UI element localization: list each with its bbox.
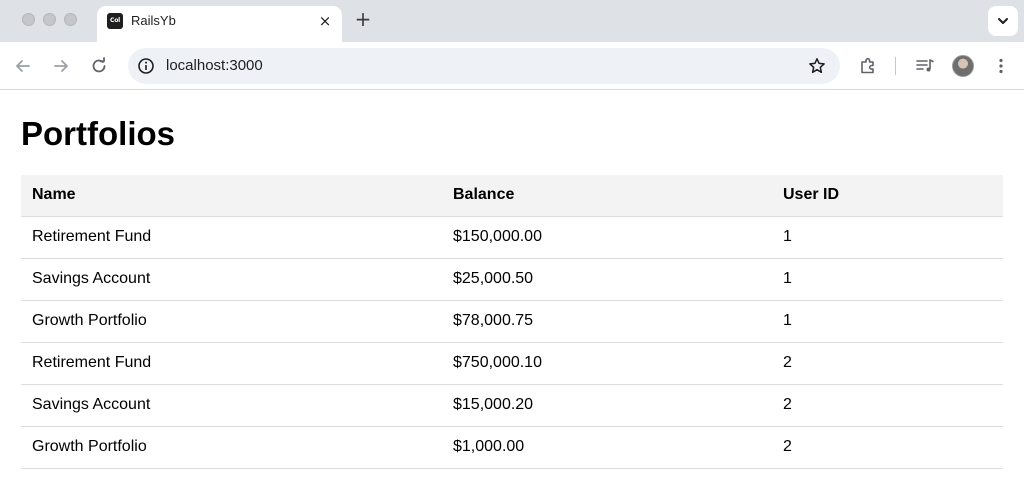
cell-user-id: 2 <box>772 384 1003 427</box>
new-tab-button[interactable]: + <box>353 9 373 29</box>
cell-name: Growth Portfolio <box>21 300 442 343</box>
cell-name: Retirement Fund <box>21 342 442 385</box>
bookmark-star-icon[interactable] <box>808 57 826 75</box>
cell-user-id: 1 <box>772 300 1003 343</box>
site-info-icon[interactable] <box>137 57 155 75</box>
tab-title: RailsYb <box>131 13 176 28</box>
cell-name: Growth Portfolio <box>21 426 442 469</box>
reload-button[interactable] <box>89 56 109 76</box>
back-button[interactable] <box>13 56 33 76</box>
column-header-balance: Balance <box>442 175 772 217</box>
tab-strip: Col RailsYb × + <box>0 0 1024 42</box>
column-header-name: Name <box>21 175 442 217</box>
cell-user-id: 2 <box>772 342 1003 385</box>
table-row: Retirement Fund $750,000.10 2 <box>21 342 1003 385</box>
address-bar[interactable]: localhost:3000 <box>128 48 840 84</box>
cell-user-id: 2 <box>772 426 1003 469</box>
forward-button[interactable] <box>51 56 71 76</box>
tab-search-button[interactable] <box>988 6 1018 36</box>
table-row: Growth Portfolio $1,000.00 2 <box>21 426 1003 469</box>
cell-user-id: 1 <box>772 216 1003 259</box>
page-content: Portfolios Name Balance User ID Retireme… <box>21 91 1003 469</box>
window-close-control[interactable] <box>22 13 35 26</box>
reload-icon <box>92 57 106 73</box>
table-row: Savings Account $25,000.50 1 <box>21 258 1003 301</box>
cell-balance: $78,000.75 <box>442 300 772 343</box>
cell-balance: $25,000.50 <box>442 258 772 301</box>
profile-avatar[interactable] <box>952 55 974 77</box>
more-vertical-icon <box>999 58 1003 74</box>
cell-balance: $15,000.20 <box>442 384 772 427</box>
cell-name: Savings Account <box>21 258 442 301</box>
puzzle-piece-icon <box>861 57 874 74</box>
forward-arrow-icon <box>54 60 68 72</box>
queue-music-icon <box>916 59 934 72</box>
portfolios-table: Name Balance User ID Retirement Fund $15… <box>21 175 1003 469</box>
window-minimize-control[interactable] <box>43 13 56 26</box>
site-favicon-icon: Col <box>107 13 123 29</box>
table-row: Savings Account $15,000.20 2 <box>21 384 1003 427</box>
url-text[interactable]: localhost:3000 <box>166 57 263 75</box>
window-zoom-control[interactable] <box>64 13 77 26</box>
cell-user-id: 1 <box>772 258 1003 301</box>
page-title: Portfolios <box>21 115 175 152</box>
cell-name: Retirement Fund <box>21 216 442 259</box>
table-header-row: Name Balance User ID <box>21 175 1003 217</box>
cell-balance: $150,000.00 <box>442 216 772 259</box>
active-tab[interactable]: Col RailsYb × <box>97 6 342 42</box>
table-row: Retirement Fund $150,000.00 1 <box>21 216 1003 259</box>
table-row: Growth Portfolio $78,000.75 1 <box>21 300 1003 343</box>
cell-balance: $750,000.10 <box>442 342 772 385</box>
extensions-button[interactable] <box>858 56 878 76</box>
cell-name: Savings Account <box>21 384 442 427</box>
chevron-down-icon <box>998 18 1008 24</box>
browser-toolbar: localhost:3000 <box>0 42 1024 90</box>
cell-balance: $1,000.00 <box>442 426 772 469</box>
back-arrow-icon <box>16 60 30 72</box>
browser-menu-button[interactable] <box>991 56 1011 76</box>
column-header-user-id: User ID <box>772 175 1003 217</box>
toolbar-separator <box>895 57 896 75</box>
tab-close-icon[interactable]: × <box>316 12 334 30</box>
media-controls-button[interactable] <box>915 56 935 76</box>
